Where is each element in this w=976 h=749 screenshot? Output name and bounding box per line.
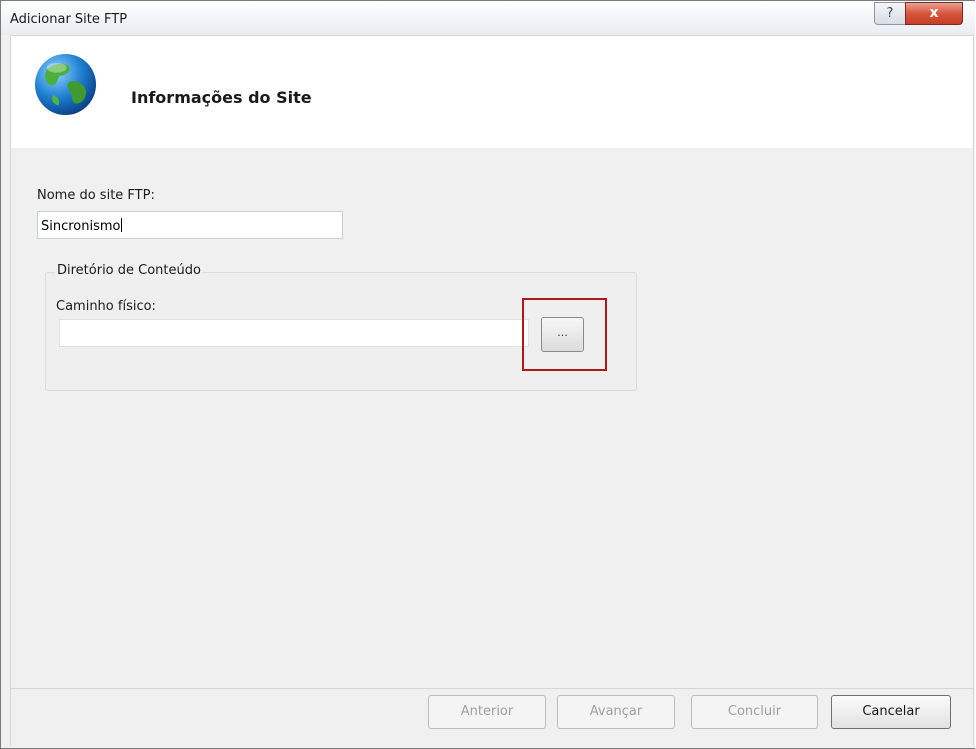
physical-path-field[interactable] (59, 319, 529, 347)
window-title: Adicionar Site FTP (10, 12, 128, 27)
page-title: Informações do Site (131, 88, 312, 107)
next-button[interactable]: Avançar (557, 695, 675, 729)
add-ftp-site-dialog: Adicionar Site FTP ? x Informações do Si… (0, 0, 975, 749)
site-name-field[interactable]: Sincronismo (37, 211, 343, 239)
previous-button[interactable]: Anterior (428, 695, 546, 729)
title-bar[interactable]: Adicionar Site FTP ? x (1, 1, 975, 35)
content-directory-label: Diretório de Conteúdo (55, 263, 203, 278)
highlight-box (522, 298, 607, 371)
wizard-header: Informações do Site (10, 35, 974, 149)
physical-path-label: Caminho físico: (56, 299, 156, 314)
help-icon: ? (886, 6, 894, 21)
globe-icon (34, 53, 97, 116)
site-name-value: Sincronismo (41, 219, 121, 234)
finish-button[interactable]: Concluir (691, 695, 818, 729)
text-caret (120, 218, 122, 232)
help-button[interactable]: ? (874, 2, 905, 25)
cancel-button[interactable]: Cancelar (831, 695, 951, 729)
close-button[interactable]: x (905, 2, 963, 25)
site-name-label: Nome do site FTP: (37, 188, 155, 203)
wizard-content: Nome do site FTP: Sincronismo Diretório … (10, 148, 974, 688)
close-icon: x (929, 5, 939, 21)
